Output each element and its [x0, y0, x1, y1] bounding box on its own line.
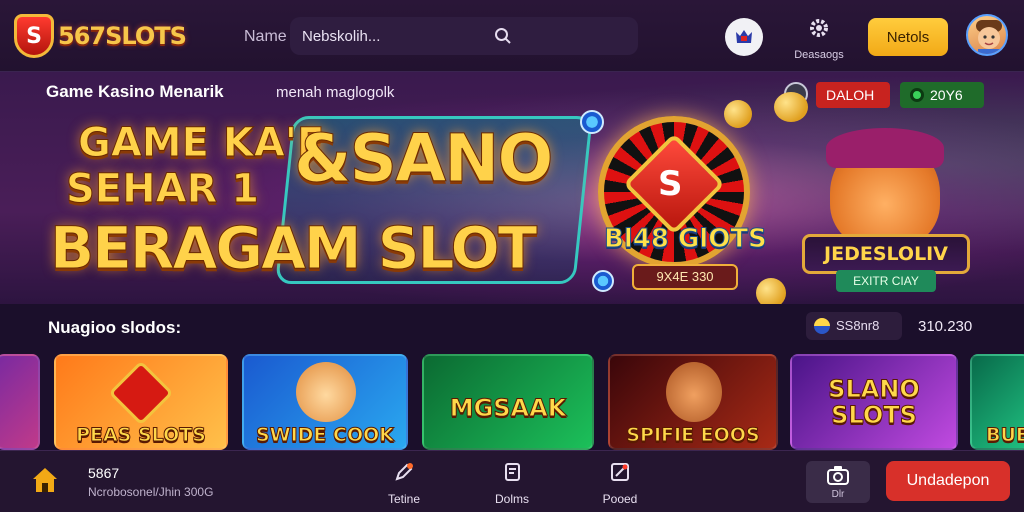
- hero-subheading: menah maglogolk: [276, 84, 395, 101]
- chip-decoration: [580, 110, 604, 134]
- camera-button[interactable]: Dlr: [806, 461, 870, 503]
- vip-badge-button[interactable]: [725, 18, 763, 56]
- nav-item-label: Dolms: [494, 492, 529, 506]
- promo-pill-red[interactable]: DALOH: [816, 82, 890, 108]
- game-card[interactable]: BUE: [970, 354, 1024, 450]
- game-card[interactable]: SPIFIE EOOS: [608, 354, 778, 450]
- game-card-title: SPIFIE EOOS: [626, 424, 760, 447]
- hero-title-line1: GAME KA'E: [77, 120, 325, 167]
- crown-badge-icon: [736, 30, 752, 43]
- chip-decoration: [592, 270, 614, 292]
- game-card[interactable]: MGSAAK: [422, 354, 594, 450]
- hero-heading: Game Kasino Menarik: [46, 82, 224, 101]
- cta-button[interactable]: Undadepon: [886, 461, 1010, 501]
- avatar[interactable]: [966, 14, 1008, 56]
- document-icon: [505, 463, 520, 481]
- mascot-hat-art: [826, 128, 944, 168]
- game-card[interactable]: [0, 354, 40, 450]
- game-card-title: SLANO SLOTS: [828, 375, 921, 429]
- search-input[interactable]: [302, 27, 482, 45]
- status-dot-icon: [910, 88, 924, 102]
- nav-item-label: Pooed: [602, 492, 638, 506]
- coin-decoration: [774, 92, 808, 122]
- hero-title-line2: SEHAR 1: [65, 166, 260, 213]
- game-card[interactable]: SLANO SLOTS: [790, 354, 958, 450]
- game-card-row: PEAS SLOTS SWIDE COOK MGSAAK SPIFIE EOOS…: [0, 354, 1024, 450]
- game-card-title: SWIDE COOK: [255, 424, 395, 447]
- card-mascot-art: [296, 362, 356, 422]
- card-emblem-art: [108, 360, 174, 426]
- user-face-icon: [976, 20, 1002, 54]
- nav-item-dolms[interactable]: Dolms: [482, 461, 542, 506]
- edit-icon: [395, 463, 413, 481]
- card-mascot-art: [666, 362, 722, 422]
- mascot-plate: JEDESLOLIV: [802, 234, 970, 274]
- home-icon[interactable]: [30, 465, 60, 495]
- site-logo[interactable]: S 567SLOTS: [14, 14, 187, 58]
- game-card-title: MGSAAK: [449, 394, 567, 423]
- coin-icon: [814, 318, 830, 334]
- game-card[interactable]: PEAS SLOTS: [54, 354, 228, 450]
- coin-decoration: [756, 278, 786, 304]
- nav-title: 5867: [88, 465, 120, 481]
- balance-chip[interactable]: SS8nr8: [806, 312, 902, 340]
- settings-button[interactable]: Deasaogs: [786, 16, 852, 61]
- header-primary-button[interactable]: Netols: [868, 18, 948, 56]
- nav-item-pooed[interactable]: Pooed: [590, 461, 650, 506]
- promo-pill-green-label: 20Y6: [930, 87, 963, 103]
- logo-text: 567SLOTS: [58, 22, 187, 50]
- game-card-title: BUE: [986, 424, 1024, 447]
- wheel-tag: 9X4E 330: [632, 264, 738, 290]
- search-label: Name: [244, 28, 287, 45]
- gear-icon: [810, 19, 828, 37]
- nav-item-tetine[interactable]: Tetine: [374, 461, 434, 506]
- search-bar[interactable]: [290, 17, 638, 55]
- search-icon[interactable]: [494, 27, 512, 45]
- logo-badge: S: [14, 14, 54, 58]
- balance-label: SS8nr8: [836, 318, 880, 333]
- top-header: S 567SLOTS Name Deasaogs Netols: [0, 0, 1024, 72]
- game-card[interactable]: SWIDE COOK: [242, 354, 408, 450]
- hero-title-line3: BERAGAM SLOT: [49, 214, 537, 283]
- camera-icon: [827, 466, 849, 485]
- nav-subtitle: Ncrobosonel/Jhin 300G: [88, 485, 214, 499]
- settings-label: Deasaogs: [794, 49, 844, 61]
- hero-title-big: &SANO: [294, 120, 555, 198]
- coin-decoration: [724, 100, 752, 128]
- nav-item-label: Tetine: [387, 492, 421, 506]
- bottom-nav: 5867 Ncrobosonel/Jhin 300G Tetine Dolms …: [0, 450, 1024, 512]
- balance-value: 310.230: [918, 318, 973, 335]
- wheel-emblem-letter: S: [658, 164, 683, 204]
- mascot-tag: EXITR CIAY: [836, 270, 936, 292]
- wheel-label: Bl48 GlOTS: [604, 224, 768, 255]
- game-card-title: PEAS SLOTS: [76, 424, 207, 447]
- section-title: Nuagioo slodos:: [48, 318, 182, 337]
- image-edit-icon: [611, 463, 629, 481]
- promo-pill-green[interactable]: 20Y6: [900, 82, 984, 108]
- hero-banner[interactable]: Game Kasino Menarik menah maglogolk GAME…: [0, 72, 1024, 304]
- camera-label: Dlr: [831, 489, 845, 500]
